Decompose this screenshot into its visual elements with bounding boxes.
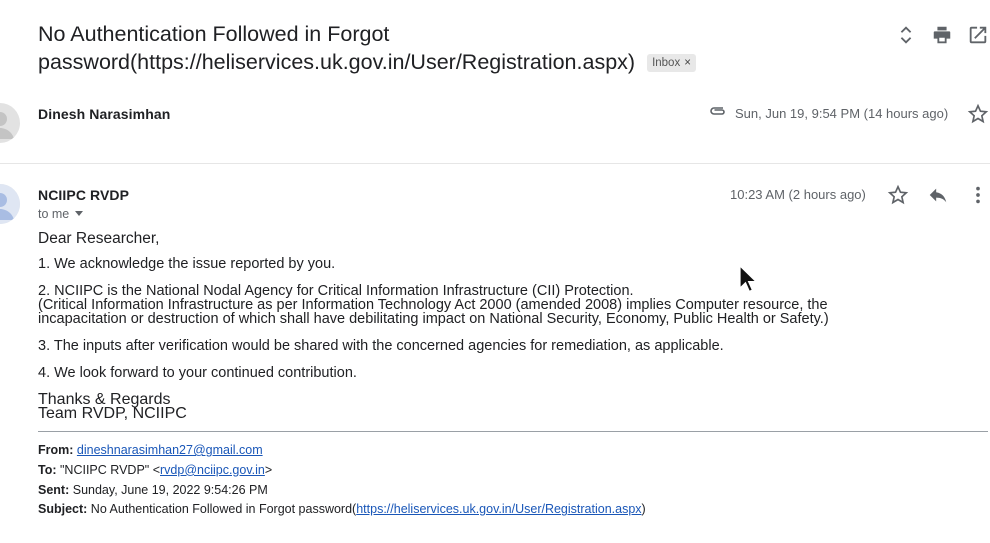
email-subject: No Authentication Followed in Forgot pas… (38, 20, 728, 76)
quoted-subject-row: Subject: No Authentication Followed in F… (38, 502, 646, 517)
star-icon[interactable] (887, 184, 909, 206)
subject-url-link[interactable]: https://heliservices.uk.gov.in/User/Regi… (356, 502, 641, 516)
message2-sender[interactable]: NCIIPC RVDP (38, 187, 129, 203)
print-icon[interactable] (931, 24, 953, 46)
remove-label-icon[interactable]: × (684, 57, 691, 69)
quoted-to-row: To: "NCIIPC RVDP" <rvdp@nciipc.gov.in> (38, 462, 273, 477)
message2-date: 10:23 AM (2 hours ago) (730, 187, 866, 202)
expand-collapse-icon[interactable] (895, 24, 917, 46)
more-options-icon[interactable] (967, 184, 989, 206)
paragraph-1: 1. We acknowledge the issue reported by … (38, 256, 336, 272)
message-divider (0, 163, 990, 164)
recipient-details-toggle[interactable]: to me (38, 207, 84, 221)
inbox-label-chip[interactable]: Inbox × (647, 54, 696, 72)
paragraph-4: 4. We look forward to your continued con… (38, 365, 357, 381)
open-in-new-window-icon[interactable] (967, 24, 989, 46)
paragraph-3: 3. The inputs after verification would b… (38, 338, 724, 354)
message1-sender[interactable]: Dinesh Narasimhan (38, 106, 170, 122)
quoted-from-row: From: dineshnarasimhan27@gmail.com (38, 443, 263, 457)
message1-date: Sun, Jun 19, 9:54 PM (14 hours ago) (735, 106, 949, 121)
subject-line-2: password(https://heliservices.uk.gov.in/… (38, 50, 636, 74)
quoted-header-divider (38, 431, 988, 432)
quoted-headers: From: dineshnarasimhan27@gmail.com To: "… (38, 441, 646, 520)
chevron-down-icon (75, 211, 84, 216)
paragraph-2: 2. NCIIPC is the National Nodal Agency f… (38, 284, 948, 327)
attachment-icon (708, 104, 728, 125)
greeting: Dear Researcher, (38, 230, 160, 247)
reply-icon[interactable] (927, 184, 949, 206)
sender-avatar-1 (0, 103, 20, 143)
signoff: Thanks & Regards Team RVDP, NCIIPC (38, 392, 948, 422)
recipient-text: to me (38, 207, 70, 221)
signoff-line-2: Team RVDP, NCIIPC (38, 405, 187, 422)
paragraph-2-line-c: incapacitation or destruction of which s… (38, 311, 829, 327)
sender-avatar-2 (0, 184, 20, 224)
mouse-cursor-icon (738, 264, 758, 298)
subject-line-1: No Authentication Followed in Forgot (38, 22, 390, 46)
message-body: Dear Researcher, 1. We acknowledge the i… (38, 230, 948, 422)
to-email-link[interactable]: rvdp@nciipc.gov.in (160, 463, 265, 477)
quoted-sent-row: Sent: Sunday, June 19, 2022 9:54:26 PM (38, 482, 268, 497)
star-icon[interactable] (967, 103, 989, 125)
inbox-label-text: Inbox (652, 57, 681, 69)
from-email-link[interactable]: dineshnarasimhan27@gmail.com (77, 443, 263, 457)
